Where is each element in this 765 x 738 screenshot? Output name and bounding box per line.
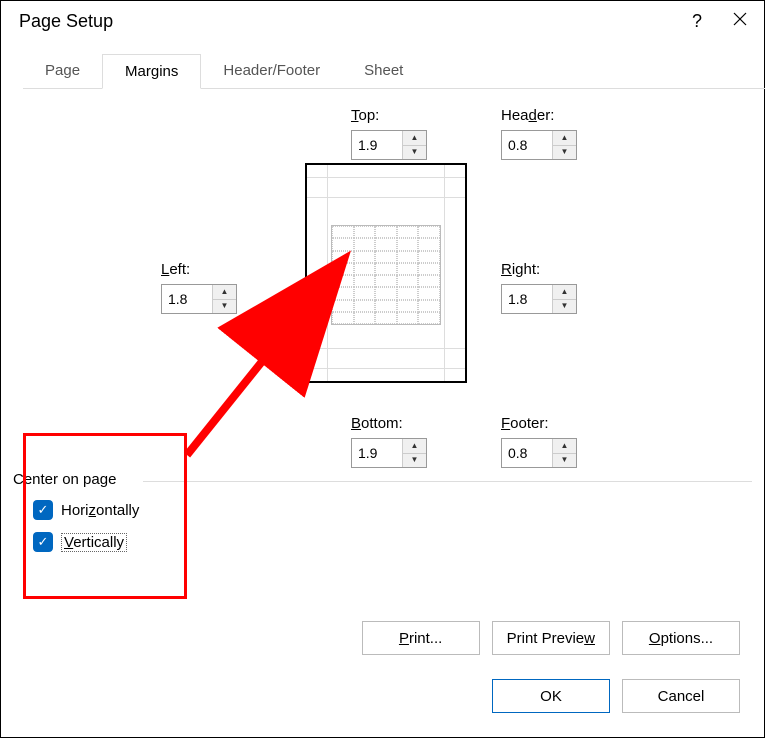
left-margin-group: Left: ▲ ▼ [161, 261, 237, 314]
center-on-page-title: Center on page [13, 471, 752, 488]
left-spin-up[interactable]: ▲ [213, 285, 236, 300]
tab-sheet[interactable]: Sheet [342, 54, 425, 89]
ok-button[interactable]: OK [492, 679, 610, 713]
footer-margin-group: Footer: ▲ ▼ [501, 415, 577, 468]
cancel-button[interactable]: Cancel [622, 679, 740, 713]
preview-grid [331, 225, 441, 325]
dialog-buttons-row: OK Cancel [492, 679, 740, 713]
footer-spin-down[interactable]: ▼ [553, 454, 576, 468]
header-input[interactable] [502, 131, 552, 159]
print-button[interactable]: Print... [362, 621, 480, 655]
top-spin-down[interactable]: ▼ [403, 146, 426, 160]
top-margin-group: Top: ▲ ▼ [351, 107, 427, 160]
footer-spinner[interactable]: ▲ ▼ [501, 438, 577, 468]
header-label: Header: [501, 107, 577, 124]
bottom-margin-group: Bottom: ▲ ▼ [351, 415, 427, 468]
top-spinner[interactable]: ▲ ▼ [351, 130, 427, 160]
action-buttons-row: Print... Print Preview Options... [362, 621, 740, 655]
horizontally-label: Horizontally [61, 502, 139, 519]
close-icon[interactable] [732, 11, 748, 32]
bottom-input[interactable] [352, 439, 402, 467]
vertically-label: Vertically [61, 533, 127, 552]
print-preview-button[interactable]: Print Preview [492, 621, 610, 655]
tab-bar: Page Margins Header/Footer Sheet [23, 54, 764, 89]
right-label: Right: [501, 261, 577, 278]
tab-header-footer[interactable]: Header/Footer [201, 54, 342, 89]
top-input[interactable] [352, 131, 402, 159]
right-spinner[interactable]: ▲ ▼ [501, 284, 577, 314]
margins-preview [305, 163, 467, 383]
footer-spin-up[interactable]: ▲ [553, 439, 576, 454]
header-margin-group: Header: ▲ ▼ [501, 107, 577, 160]
right-spin-up[interactable]: ▲ [553, 285, 576, 300]
dialog-title: Page Setup [19, 11, 113, 32]
margins-panel: Top: ▲ ▼ Header: ▲ ▼ Left: ▲ ▼ [1, 89, 764, 649]
left-spinner[interactable]: ▲ ▼ [161, 284, 237, 314]
vertically-checkbox[interactable]: ✓ [33, 532, 53, 552]
options-button[interactable]: Options... [622, 621, 740, 655]
tab-margins[interactable]: Margins [102, 54, 201, 89]
bottom-spinner[interactable]: ▲ ▼ [351, 438, 427, 468]
tab-page[interactable]: Page [23, 54, 102, 89]
top-label: Top: [351, 107, 427, 124]
right-margin-group: Right: ▲ ▼ [501, 261, 577, 314]
left-label: Left: [161, 261, 237, 278]
vertically-checkbox-row[interactable]: ✓ Vertically [33, 532, 752, 552]
right-spin-down[interactable]: ▼ [553, 300, 576, 314]
horizontally-checkbox-row[interactable]: ✓ Horizontally [33, 500, 752, 520]
horizontally-checkbox[interactable]: ✓ [33, 500, 53, 520]
footer-input[interactable] [502, 439, 552, 467]
bottom-spin-down[interactable]: ▼ [403, 454, 426, 468]
center-on-page-section: Center on page ✓ Horizontally ✓ Vertical… [13, 471, 752, 552]
header-spin-up[interactable]: ▲ [553, 131, 576, 146]
help-icon[interactable]: ? [692, 11, 702, 32]
bottom-label: Bottom: [351, 415, 427, 432]
right-input[interactable] [502, 285, 552, 313]
top-spin-up[interactable]: ▲ [403, 131, 426, 146]
header-spin-down[interactable]: ▼ [553, 146, 576, 160]
bottom-spin-up[interactable]: ▲ [403, 439, 426, 454]
left-spin-down[interactable]: ▼ [213, 300, 236, 314]
titlebar: Page Setup ? [1, 1, 764, 38]
footer-label: Footer: [501, 415, 577, 432]
header-spinner[interactable]: ▲ ▼ [501, 130, 577, 160]
left-input[interactable] [162, 285, 212, 313]
